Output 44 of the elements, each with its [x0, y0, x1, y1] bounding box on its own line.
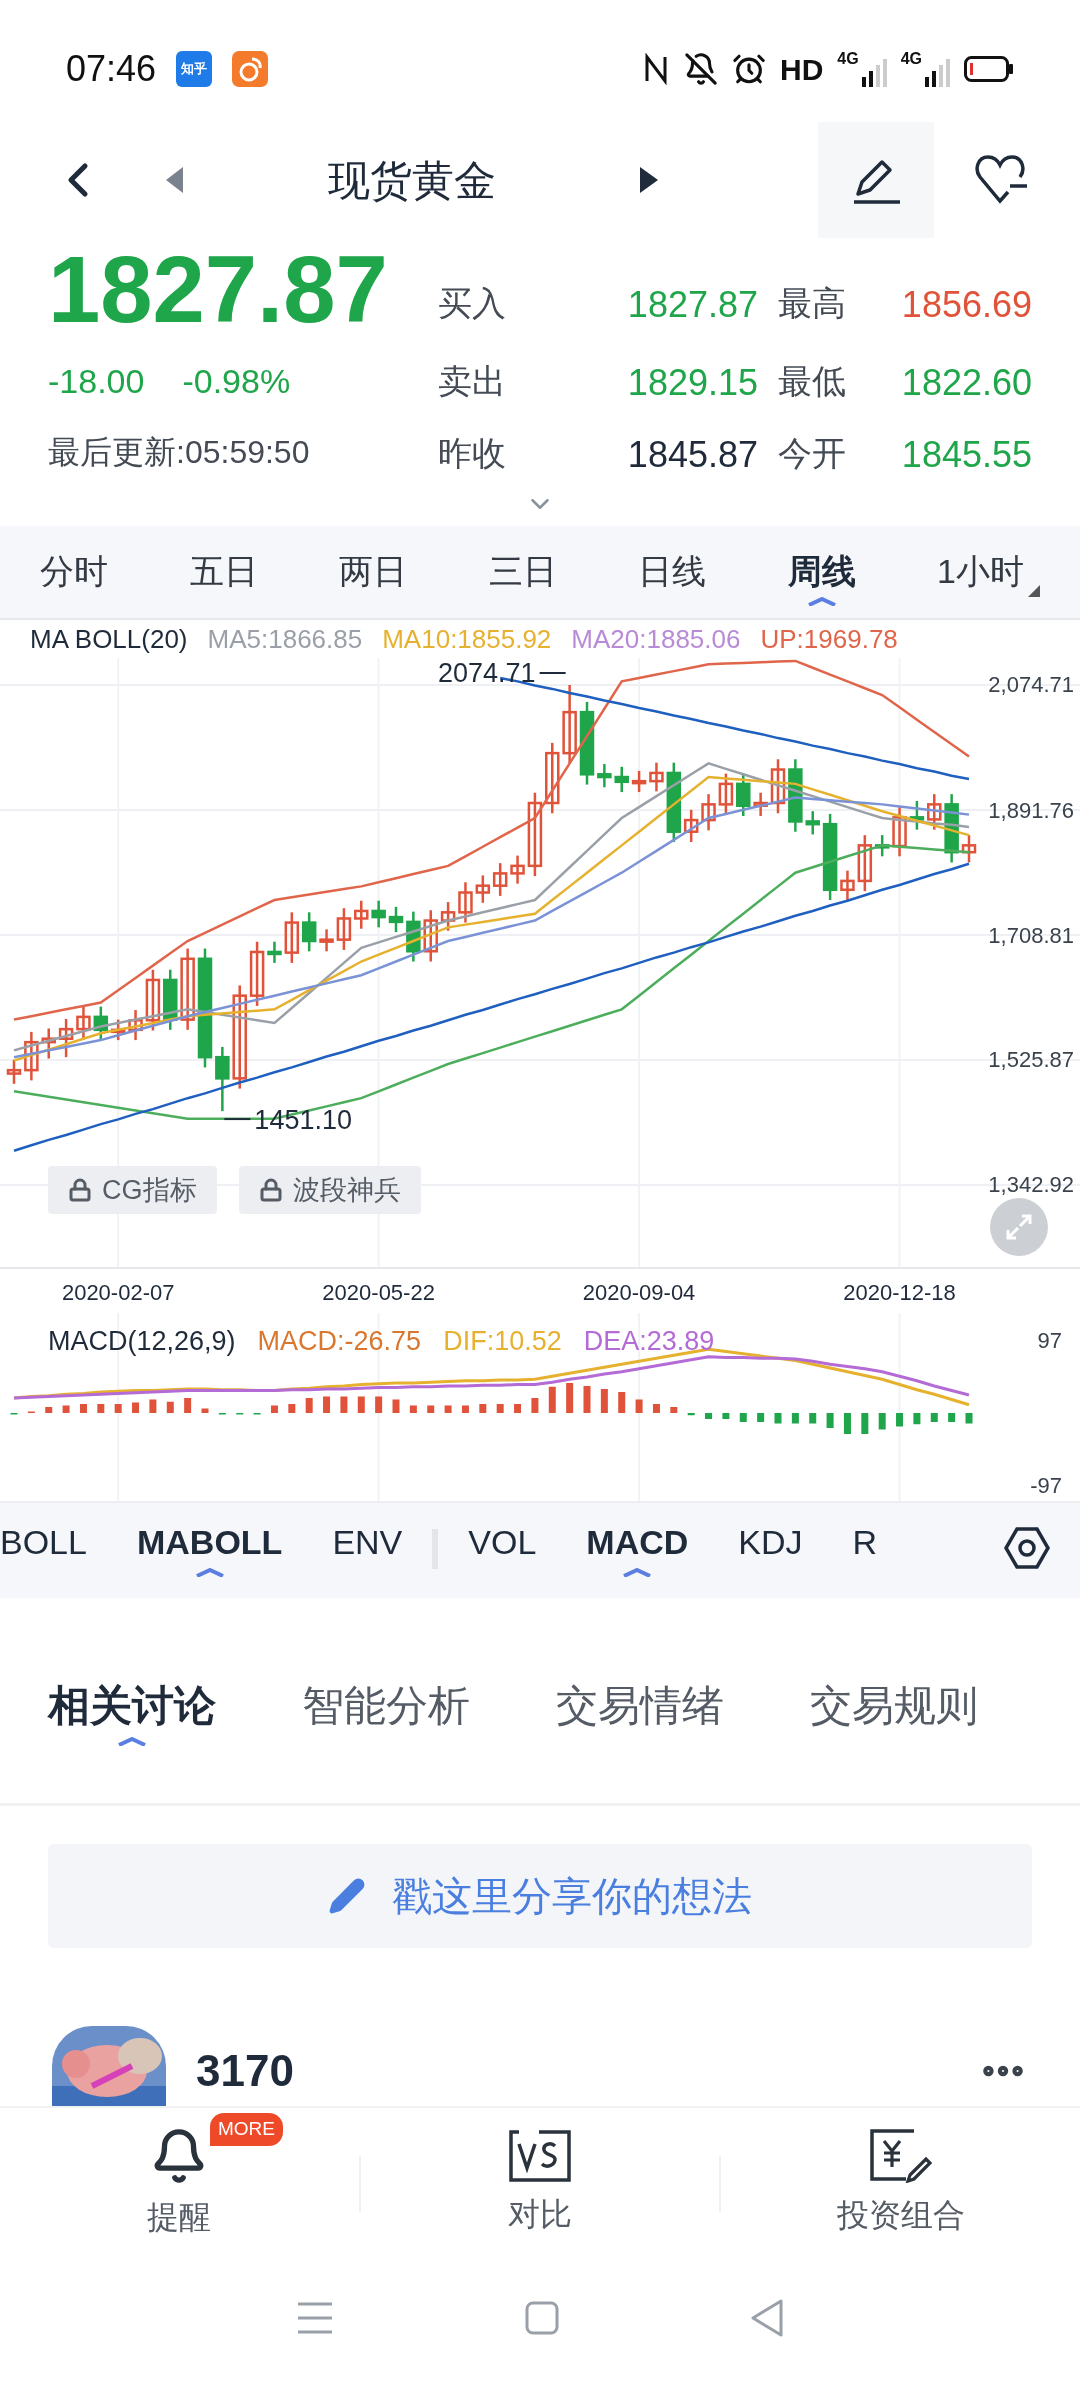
quote-label: 今开	[778, 433, 847, 474]
last-price: 1827.87	[48, 242, 388, 338]
clock-time: 07:46	[66, 47, 157, 91]
indicator-title: MACD(12,26,9)	[48, 1325, 236, 1358]
quote-value: 1822.60	[900, 361, 1032, 405]
y-axis-label: 1,525.87	[988, 1047, 1074, 1073]
quote-label: 最低	[778, 361, 847, 402]
y-axis-label: 1,891.76	[988, 797, 1074, 823]
y-axis-label: -97	[1030, 1473, 1062, 1499]
legend-item: MA20:1885.06	[571, 623, 741, 656]
legend-item: MA5:1866.85	[207, 623, 363, 656]
last-updated: 最后更新:05:59:50	[48, 433, 311, 472]
hd-label: HD	[779, 51, 824, 88]
page-title: 现货黄金	[328, 155, 496, 206]
quote-value: 1829.15	[626, 361, 758, 405]
date-axis-label: 2020-02-07	[61, 1280, 175, 1305]
low-marker-label: 1451.10	[254, 1105, 352, 1136]
date-axis-label: 2020-12-18	[843, 1280, 956, 1305]
legend-item: UP:1969.78	[760, 623, 898, 656]
y-axis-label: 1,708.81	[988, 922, 1074, 948]
high-marker-label: 2074.71	[438, 658, 536, 688]
y-axis-label: 2,074.71	[988, 672, 1074, 698]
indicator-title: MA BOLL(20)	[30, 623, 188, 656]
percent-change: -0.98%	[182, 361, 291, 402]
date-axis-label: 2020-05-22	[322, 1280, 435, 1305]
y-axis-label: 97	[1037, 1327, 1062, 1353]
legend-item: DEA:23.89	[583, 1325, 715, 1358]
price-change: -18.00	[48, 361, 145, 402]
legend-item: MA10:1855.92	[382, 623, 552, 656]
quote-label: 买入	[438, 283, 507, 324]
quote-label: 昨收	[438, 433, 507, 474]
quote-label: 最高	[778, 283, 847, 324]
more-badge: MORE	[210, 2113, 283, 2146]
quote-label: 卖出	[438, 361, 507, 402]
quote-value: 1856.69	[900, 283, 1032, 327]
quote-value: 1845.87	[626, 433, 758, 477]
legend-item: DIF:10.52	[443, 1325, 562, 1358]
app-icon: 知乎	[176, 51, 213, 87]
quote-value: 1827.87	[626, 283, 758, 327]
quote-value: 1845.55	[900, 433, 1032, 477]
y-axis-label: 1,342.92	[988, 1172, 1074, 1198]
date-axis-label: 2020-09-04	[582, 1280, 696, 1305]
legend-item: MACD:-26.75	[257, 1325, 422, 1358]
author-name: 3170	[196, 2045, 294, 2097]
